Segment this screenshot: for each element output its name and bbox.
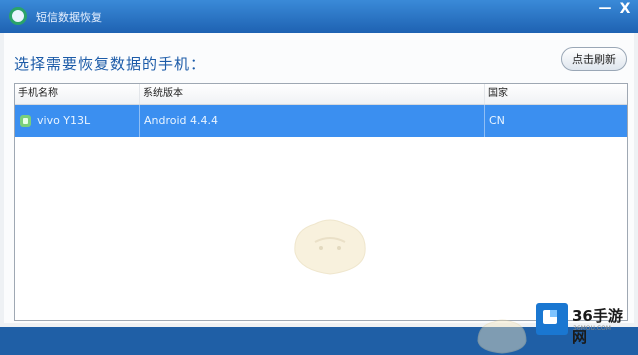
table-row[interactable]: vivo Y13L Android 4.4.4 CN <box>15 105 627 137</box>
window-title: 短信数据恢复 <box>36 11 102 24</box>
app-window: 短信数据恢复 — X 选择需要恢复数据的手机： 点击刷新 手机名称 系统版本 国… <box>0 0 638 354</box>
minimize-button[interactable]: — <box>596 2 614 16</box>
cell-phone-name: vivo Y13L <box>15 105 140 137</box>
brand-url: 36MOU.COM <box>573 325 611 332</box>
main-panel: 选择需要恢复数据的手机： 点击刷新 手机名称 系统版本 国家 vivo Y13L… <box>4 33 634 354</box>
column-header-phone-name[interactable]: 手机名称 <box>15 84 140 104</box>
cell-country: CN <box>489 114 505 127</box>
mascot-watermark-icon <box>294 219 366 275</box>
phone-icon <box>20 115 31 127</box>
refresh-button[interactable]: 点击刷新 <box>561 47 627 71</box>
table-header: 手机名称 系统版本 国家 <box>15 84 627 105</box>
close-button[interactable]: X <box>616 2 634 16</box>
brand-cube-icon <box>536 303 568 335</box>
site-brand-logo: 36手游网 36MOU.COM <box>536 303 636 346</box>
mascot-watermark-small-icon <box>477 319 527 354</box>
phone-name-text: vivo Y13L <box>37 114 91 127</box>
column-header-country[interactable]: 国家 <box>485 84 627 104</box>
title-bar[interactable]: 短信数据恢复 — X <box>0 0 638 33</box>
app-logo-icon <box>9 7 27 25</box>
cell-system-version: Android 4.4.4 <box>140 105 485 137</box>
column-header-system-version[interactable]: 系统版本 <box>140 84 485 104</box>
phone-table: 手机名称 系统版本 国家 vivo Y13L Android 4.4.4 CN <box>14 83 628 321</box>
select-phone-prompt: 选择需要恢复数据的手机： <box>14 55 207 73</box>
